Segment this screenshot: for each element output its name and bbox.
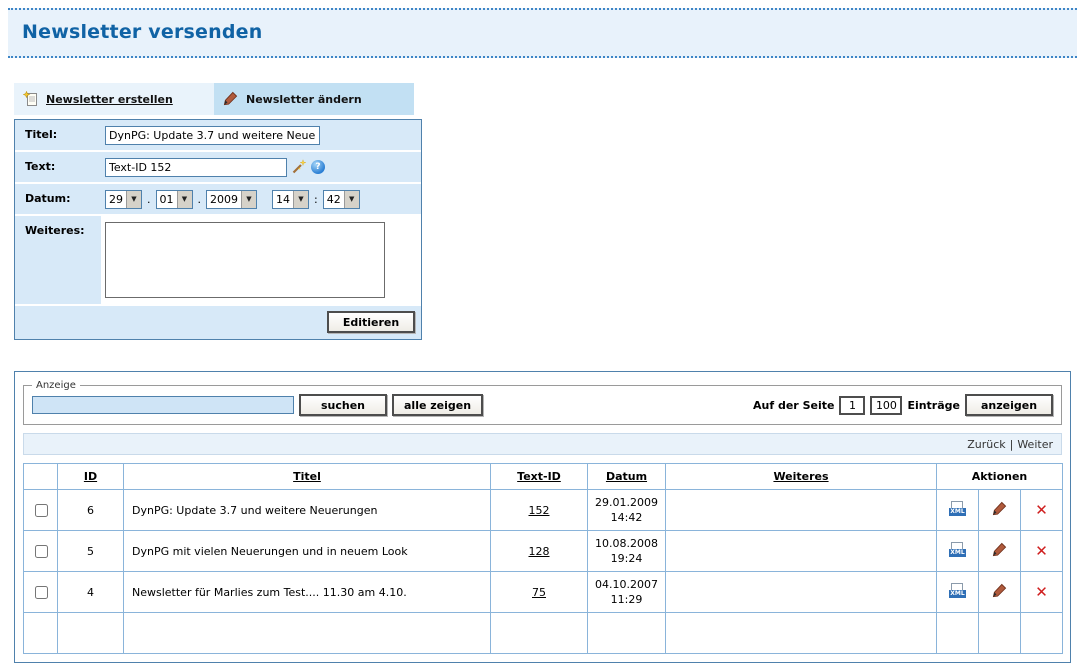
text-row: Text: ? xyxy=(15,152,421,184)
table-row: 4 Newsletter für Marlies zum Test.... 11… xyxy=(24,572,1063,613)
anzeigen-button[interactable]: anzeigen xyxy=(965,394,1053,416)
tab-label: Newsletter erstellen xyxy=(46,93,173,106)
pagination-bar: Zurück | Weiter xyxy=(23,433,1062,455)
tab-label: Newsletter ändern xyxy=(246,93,362,106)
row-weiteres xyxy=(666,490,937,531)
edit-pencil-icon xyxy=(223,91,239,107)
table-header-row: ID Titel Text-ID Datum Weiteres Aktionen xyxy=(24,464,1063,490)
delete-row-icon[interactable]: ✕ xyxy=(1021,531,1063,572)
textid-link[interactable]: 152 xyxy=(529,504,550,517)
alle-zeigen-button[interactable]: alle zeigen xyxy=(392,394,483,416)
row-weiteres xyxy=(666,531,937,572)
chevron-down-icon: ▼ xyxy=(177,191,192,208)
hour-select[interactable]: 14 ▼ xyxy=(272,190,309,209)
chevron-down-icon: ▼ xyxy=(293,191,308,208)
anzeige-fieldset: Anzeige suchen alle zeigen Auf der Seite… xyxy=(23,380,1062,425)
weiter-link[interactable]: Weiter xyxy=(1017,438,1053,451)
month-select[interactable]: 01 ▼ xyxy=(156,190,193,209)
weiteres-label: Weiteres: xyxy=(15,216,101,304)
date-separator: . xyxy=(198,193,202,206)
page: Newsletter versenden Newsletter erstelle… xyxy=(0,8,1085,627)
date-separator: . xyxy=(147,193,151,206)
sort-titel-header[interactable]: Titel xyxy=(293,470,321,483)
new-newsletter-icon xyxy=(23,91,39,107)
delete-row-icon[interactable]: ✕ xyxy=(1021,490,1063,531)
datum-label: Datum: xyxy=(15,184,101,214)
sort-weiteres-header[interactable]: Weiteres xyxy=(773,470,828,483)
page-number-input[interactable] xyxy=(839,396,865,415)
textid-link[interactable]: 75 xyxy=(532,586,546,599)
row-titel: DynPG: Update 3.7 und weitere Neuerungen xyxy=(124,490,491,531)
newsletter-list-panel: Anzeige suchen alle zeigen Auf der Seite… xyxy=(14,371,1071,663)
row-datum: 10.08.2008 19:24 xyxy=(588,531,666,572)
sort-textid-header[interactable]: Text-ID xyxy=(517,470,561,483)
zurueck-link[interactable]: Zurück xyxy=(967,438,1005,451)
xml-export-icon[interactable]: XML xyxy=(937,572,979,613)
row-datum: 04.10.2007 11:29 xyxy=(588,572,666,613)
edit-row-icon[interactable] xyxy=(979,531,1021,572)
anzeige-legend: Anzeige xyxy=(32,380,80,391)
row-titel: DynPG mit vielen Neuerungen und in neuem… xyxy=(124,531,491,572)
page-title: Newsletter versenden xyxy=(8,10,1077,56)
textid-link[interactable]: 128 xyxy=(529,545,550,558)
sort-datum-header[interactable]: Datum xyxy=(606,470,647,483)
form-actions: Editieren xyxy=(15,306,421,339)
text-input[interactable] xyxy=(105,158,287,177)
table-row: 5 DynPG mit vielen Neuerungen und in neu… xyxy=(24,531,1063,572)
wand-icon[interactable] xyxy=(291,159,307,175)
edit-row-icon[interactable] xyxy=(979,490,1021,531)
sort-id-header[interactable]: ID xyxy=(84,470,97,483)
weiteres-textarea[interactable] xyxy=(105,222,385,298)
edit-row-icon[interactable] xyxy=(979,572,1021,613)
year-select[interactable]: 2009 ▼ xyxy=(206,190,257,209)
tab-bar: Newsletter erstellen Newsletter ändern xyxy=(14,83,1085,115)
minute-select[interactable]: 42 ▼ xyxy=(323,190,360,209)
page-header: Newsletter versenden xyxy=(8,8,1077,58)
xml-export-icon[interactable]: XML xyxy=(937,490,979,531)
entries-per-page-input[interactable] xyxy=(870,396,902,415)
newsletter-edit-form: Titel: Text: ? Datum: xyxy=(14,119,422,340)
row-checkbox[interactable] xyxy=(35,504,48,517)
datum-row: Datum: 29 ▼ . 01 ▼ . 2009 ▼ 14 xyxy=(15,184,421,216)
row-id: 4 xyxy=(58,572,124,613)
help-icon[interactable]: ? xyxy=(311,160,325,174)
row-titel: Newsletter für Marlies zum Test.... 11.3… xyxy=(124,572,491,613)
newsletter-table: ID Titel Text-ID Datum Weiteres Aktionen… xyxy=(23,463,1063,654)
row-checkbox[interactable] xyxy=(35,586,48,599)
table-row: 6 DynPG: Update 3.7 und weitere Neuerung… xyxy=(24,490,1063,531)
row-weiteres xyxy=(666,572,937,613)
editieren-button[interactable]: Editieren xyxy=(327,311,415,333)
suchen-button[interactable]: suchen xyxy=(299,394,387,416)
day-select[interactable]: 29 ▼ xyxy=(105,190,142,209)
chevron-down-icon: ▼ xyxy=(241,191,256,208)
row-id: 5 xyxy=(58,531,124,572)
row-datum: 29.01.2009 14:42 xyxy=(588,490,666,531)
chevron-down-icon: ▼ xyxy=(126,191,141,208)
tab-newsletter-aendern[interactable]: Newsletter ändern xyxy=(214,83,414,115)
delete-row-icon[interactable]: ✕ xyxy=(1021,572,1063,613)
select-column-header xyxy=(24,464,58,490)
row-checkbox[interactable] xyxy=(35,545,48,558)
weiteres-row: Weiteres: xyxy=(15,216,421,306)
row-id: 6 xyxy=(58,490,124,531)
titel-row: Titel: xyxy=(15,120,421,152)
page-label: Auf der Seite xyxy=(753,399,834,412)
search-input[interactable] xyxy=(32,396,294,414)
aktionen-header: Aktionen xyxy=(972,470,1028,483)
tab-newsletter-erstellen[interactable]: Newsletter erstellen xyxy=(14,83,214,115)
entries-label: Einträge xyxy=(907,399,960,412)
time-separator: : xyxy=(314,193,318,206)
titel-label: Titel: xyxy=(15,120,101,150)
pagination-separator: | xyxy=(1010,438,1014,451)
xml-export-icon[interactable]: XML xyxy=(937,531,979,572)
text-label: Text: xyxy=(15,152,101,182)
titel-input[interactable] xyxy=(105,126,320,145)
chevron-down-icon: ▼ xyxy=(344,191,359,208)
